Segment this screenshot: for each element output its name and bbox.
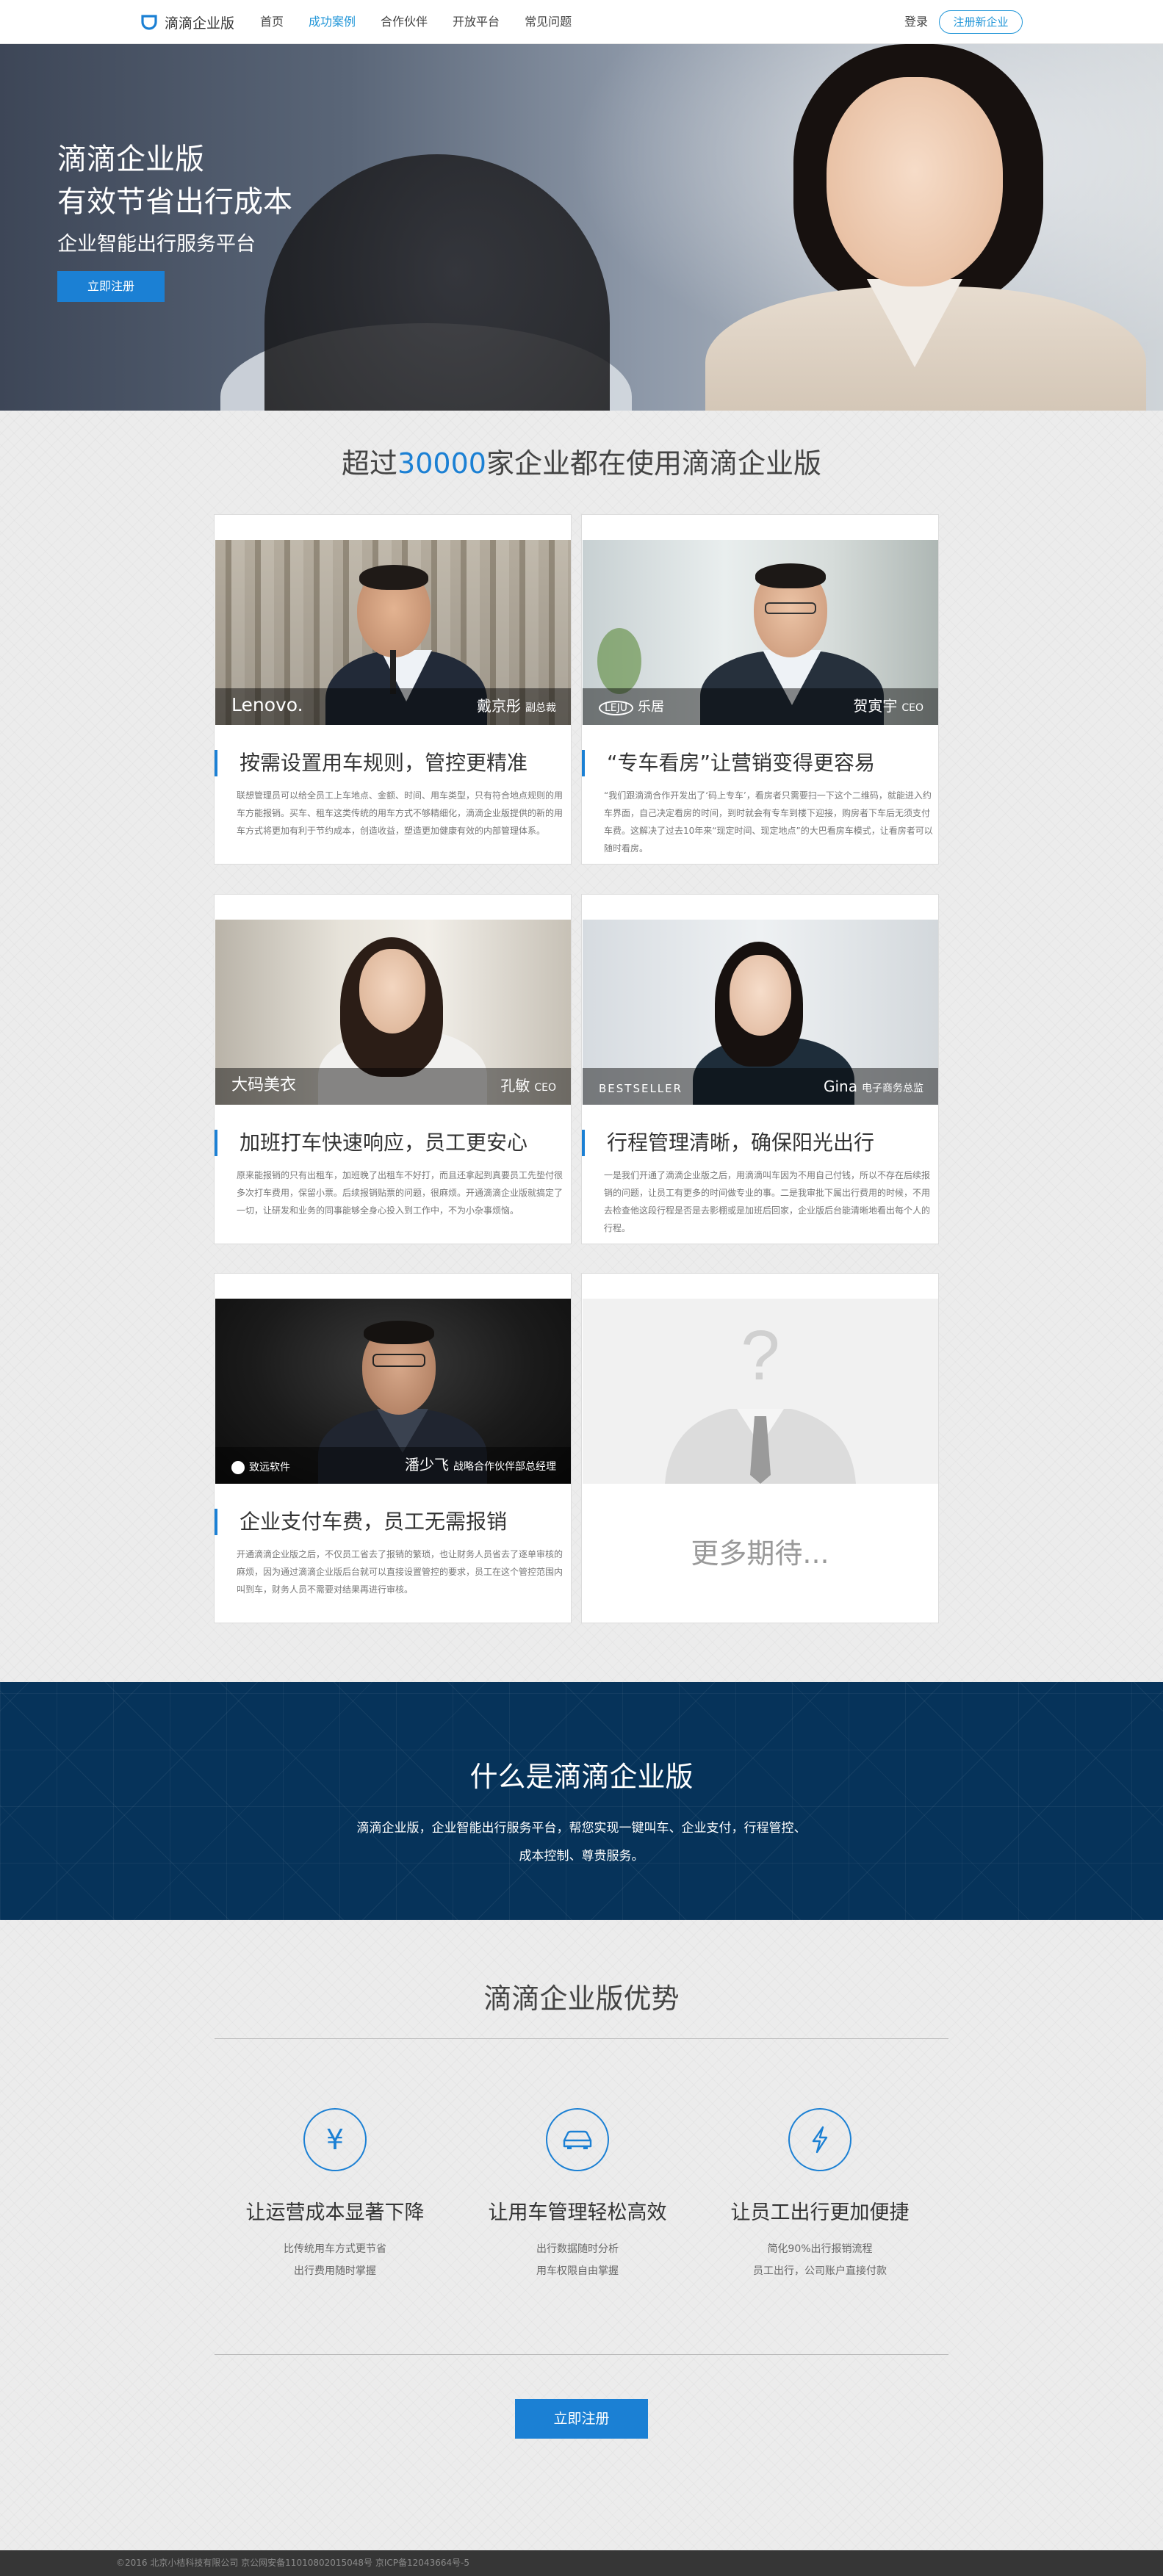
advantage-desc: 出行数据随时分析 用车权限自由掌握 [536,2243,619,2277]
hero-title-line2: 有效节省出行成本 [57,185,292,219]
leju-logo-icon: LEJU [599,701,634,715]
svg-text:?: ? [741,1316,779,1395]
advantage-cost: ¥ 让运营成本显著下降 比传统用车方式更节省 出行费用随时掌握 [225,2108,445,2282]
brand-bestseller: BESTSELLER [599,1082,683,1095]
person-name: 潘少飞 战略合作伙伴部总经理 [405,1456,556,1473]
nav-item-home[interactable]: 首页 [260,0,284,44]
case-photo: 致远软件 潘少飞 战略合作伙伴部总经理 [215,1299,571,1484]
intro-band: 什么是滴滴企业版 滴滴企业版，企业智能出行服务平台，帮您实现一键叫车、企业支付，… [0,1682,1163,1920]
case-card-bestseller[interactable]: BESTSELLER Gina 电子商务总监 行程管理清晰，确保阳光出行 一是我们… [581,894,939,1244]
case-photo: Lenovo. 戴京彤 副总裁 [215,540,571,725]
register-company-button[interactable]: 注册新企业 [939,10,1023,34]
hero-register-button[interactable]: 立即注册 [57,271,165,302]
case-card-leju[interactable]: LEJU 乐居 贺寅宇 CEO “专车看房”让营销变得更容易 “我们跟滴滴合作开发出… [581,514,939,865]
person-name: Gina 电子商务总监 [824,1078,923,1095]
hero-subtitle: 企业智能出行服务平台 [57,233,256,256]
hero-title: 滴滴企业版 有效节省出行成本 [57,138,292,223]
brand-name: 滴滴企业版 [165,15,235,32]
case-photo: 大码美衣 孔敏 CEO [215,920,571,1105]
nav-item-open-platform[interactable]: 开放平台 [453,0,500,44]
intro-title: 什么是滴滴企业版 [469,1761,694,1793]
case-title: 按需设置用车规则，管控更精准 [215,750,571,776]
divider [215,2354,948,2355]
brand-logo[interactable]: 滴滴企业版 [140,11,234,33]
brand-lenovo: Lenovo. [231,694,303,715]
lightning-icon [788,2108,851,2171]
case-title: “专车看房”让营销变得更容易 [582,750,938,776]
case-description: 原来能报销的只有出租车，加班晚了出租车不好打，而且还拿起到真要员工先垫付很多次打… [237,1170,564,1216]
advantages-title: 滴滴企业版优势 [483,1982,680,2015]
placeholder-person-icon: ? [583,1299,938,1484]
nav-item-faq[interactable]: 常见问题 [525,0,572,44]
seeyon-logo-icon [231,1461,245,1474]
advantage-title: 让用车管理轻松高效 [488,2201,667,2224]
case-description: “我们跟滴滴合作开发出了‘码上专车’，看房者只需要扫一下这个二维码，就能进入约车… [604,790,933,854]
case-card-lenovo[interactable]: Lenovo. 戴京彤 副总裁 按需设置用车规则，管控更精准 联想管理员可以给全员… [214,514,572,865]
customers-heading: 超过30000家企业都在使用滴滴企业版 [342,447,821,480]
case-photo: LEJU 乐居 贺寅宇 CEO [583,540,938,725]
case-card-more: ? 更多期待... [581,1273,939,1623]
divider [215,2038,948,2039]
brand-seeyon: 致远软件 [231,1460,290,1474]
hero-title-line1: 滴滴企业版 [57,142,204,176]
person-name: 孔敏 CEO [500,1077,556,1094]
nav-item-cases[interactable]: 成功案例 [309,0,356,44]
customer-count: 30000 [397,447,486,480]
case-title: 企业支付车费，员工无需报销 [215,1509,571,1535]
hero-woman-face [827,77,1003,286]
main-menu: 首页 成功案例 合作伙伴 开放平台 常见问题 [260,0,597,44]
footer-copyright: ©2016 北京小桔科技有限公司 京公网安备11010802015048号 京I… [116,2558,470,2568]
advantage-title: 让员工出行更加便捷 [730,2201,910,2224]
yen-icon: ¥ [303,2108,367,2171]
case-photo: BESTSELLER Gina 电子商务总监 [583,920,938,1105]
car-icon [546,2108,609,2171]
case-card-damameiyi[interactable]: 大码美衣 孔敏 CEO 加班打车快速响应，员工更安心 原来能报销的只有出租车，加班… [214,894,572,1244]
nav-item-partners[interactable]: 合作伙伴 [381,0,428,44]
case-card-seeyon[interactable]: 致远软件 潘少飞 战略合作伙伴部总经理 企业支付车费，员工无需报销 开通滴滴企业版… [214,1273,572,1623]
login-link[interactable]: 登录 [904,0,928,44]
person-name: 戴京彤 副总裁 [477,697,556,715]
advantage-desc: 简化90%出行报销流程 员工出行，公司账户直接付款 [753,2243,887,2277]
case-title: 加班打车快速响应，员工更安心 [215,1130,571,1156]
intro-text: 滴滴企业版，企业智能出行服务平台，帮您实现一键叫车、企业支付，行程管控、 成本控… [356,1821,807,1864]
footer: ©2016 北京小桔科技有限公司 京公网安备11010802015048号 京I… [0,2550,1163,2576]
case-description: 联想管理员可以给全员工上车地点、金额、时间、用车类型，只有符合地点规则的用车方能… [237,790,564,836]
advantage-desc: 比传统用车方式更节省 出行费用随时掌握 [284,2243,386,2277]
top-nav: 滴滴企业版 首页 成功案例 合作伙伴 开放平台 常见问题 登录 注册新企业 [0,0,1163,44]
brand-damameiyi: 大码美衣 [231,1076,297,1094]
more-coming-text: 更多期待... [691,1537,829,1570]
advantage-management: 让用车管理轻松高效 出行数据随时分析 用车权限自由掌握 [467,2108,688,2282]
advantage-title: 让运营成本显著下降 [245,2201,425,2224]
bottom-register-button[interactable]: 立即注册 [515,2399,648,2439]
hero-banner: 滴滴企业版 有效节省出行成本 企业智能出行服务平台 立即注册 [0,44,1163,411]
didi-logo-icon [140,12,159,32]
case-description: 一是我们开通了滴滴企业版之后，用滴滴叫车因为不用自己付钱，所以不存在后续报销的问… [604,1170,931,1233]
person-name: 贺寅宇 CEO [853,697,923,715]
case-description: 开通滴滴企业版之后，不仅员工省去了报销的繁琐，也让财务人员省去了逐单审核的麻烦，… [237,1549,564,1595]
advantage-convenience: 让员工出行更加便捷 简化90%出行报销流程 员工出行，公司账户直接付款 [710,2108,930,2282]
case-title: 行程管理清晰，确保阳光出行 [582,1130,938,1156]
brand-leju: LEJU 乐居 [599,696,664,715]
